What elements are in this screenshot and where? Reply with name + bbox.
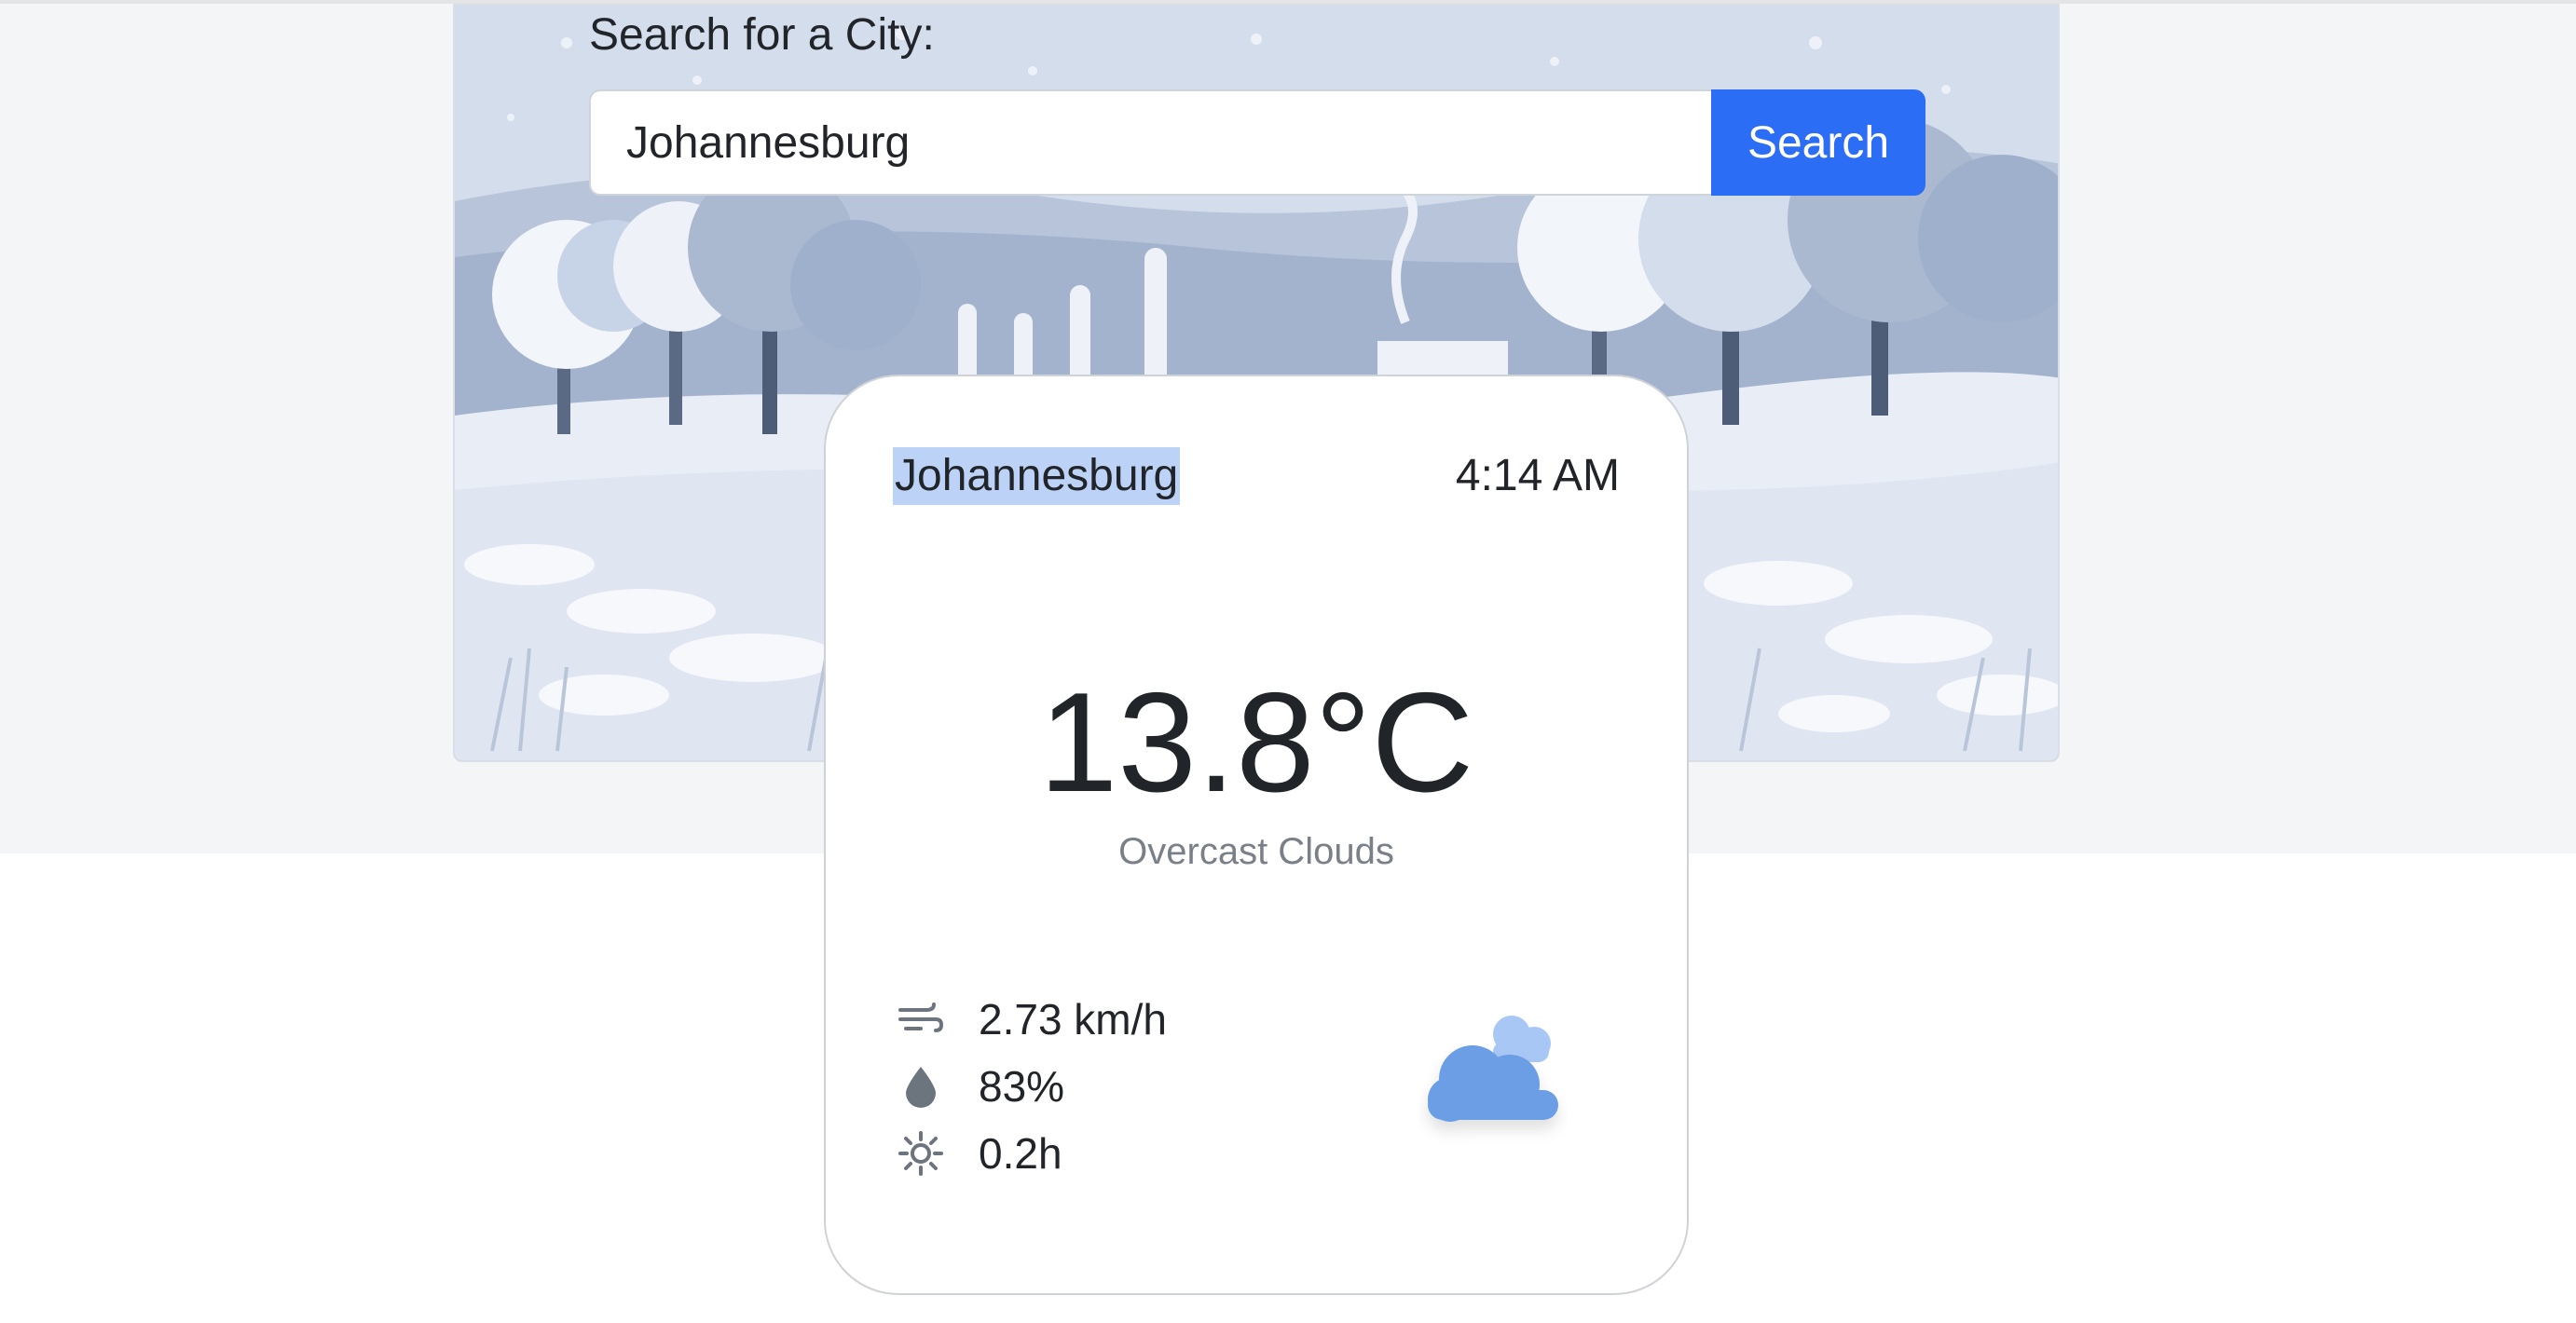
droplet-icon — [897, 1062, 945, 1111]
humidity-value: 83% — [979, 1062, 1065, 1111]
card-local-time: 4:14 AM — [1455, 451, 1620, 500]
wind-speed-value: 2.73 km/h — [979, 995, 1167, 1043]
wind-icon — [897, 995, 945, 1043]
card-condition-description: Overcast Clouds — [1118, 831, 1394, 872]
search-label: Search for a City: — [589, 10, 935, 60]
weather-card: Johannesburg 4:14 AM 13.8°C Overcast Clo… — [824, 375, 1689, 1295]
page: Search for a City: Search Johannesburg 4… — [0, 0, 2576, 1323]
card-temperature: 13.8°C — [1038, 663, 1474, 822]
stat-wind: 2.73 km/h — [897, 986, 1167, 1053]
search-button[interactable]: Search — [1711, 89, 1925, 196]
stat-sunshine: 0.2h — [897, 1120, 1167, 1187]
search-group: Search — [589, 89, 1925, 196]
card-city-name: Johannesburg — [893, 447, 1181, 505]
overcast-clouds-icon — [1418, 1006, 1568, 1146]
sunshine-value: 0.2h — [979, 1129, 1062, 1178]
stat-humidity: 83% — [897, 1053, 1167, 1120]
city-search-input[interactable] — [589, 89, 1711, 196]
sun-icon — [897, 1129, 945, 1178]
weather-stats: 2.73 km/h 83% 0.2h — [897, 986, 1167, 1187]
